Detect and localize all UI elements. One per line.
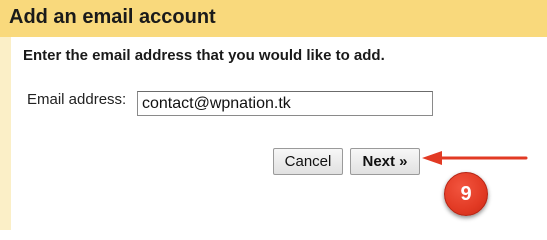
red-arrow-left-icon bbox=[422, 151, 528, 165]
email-address-input[interactable] bbox=[137, 91, 433, 116]
dialog-title-bar: Add an email account bbox=[0, 0, 547, 37]
cancel-button[interactable]: Cancel bbox=[273, 148, 343, 175]
next-button[interactable]: Next » bbox=[350, 148, 420, 175]
add-email-account-dialog: Add an email account Enter the email add… bbox=[0, 0, 547, 230]
step-number-badge: 9 bbox=[444, 172, 488, 216]
email-address-label: Email address: bbox=[27, 91, 127, 108]
dialog-title: Add an email account bbox=[9, 6, 216, 28]
instruction-bar: Enter the email address that you would l… bbox=[11, 37, 547, 75]
instruction-text: Enter the email address that you would l… bbox=[23, 47, 385, 64]
step-number: 9 bbox=[460, 183, 472, 205]
